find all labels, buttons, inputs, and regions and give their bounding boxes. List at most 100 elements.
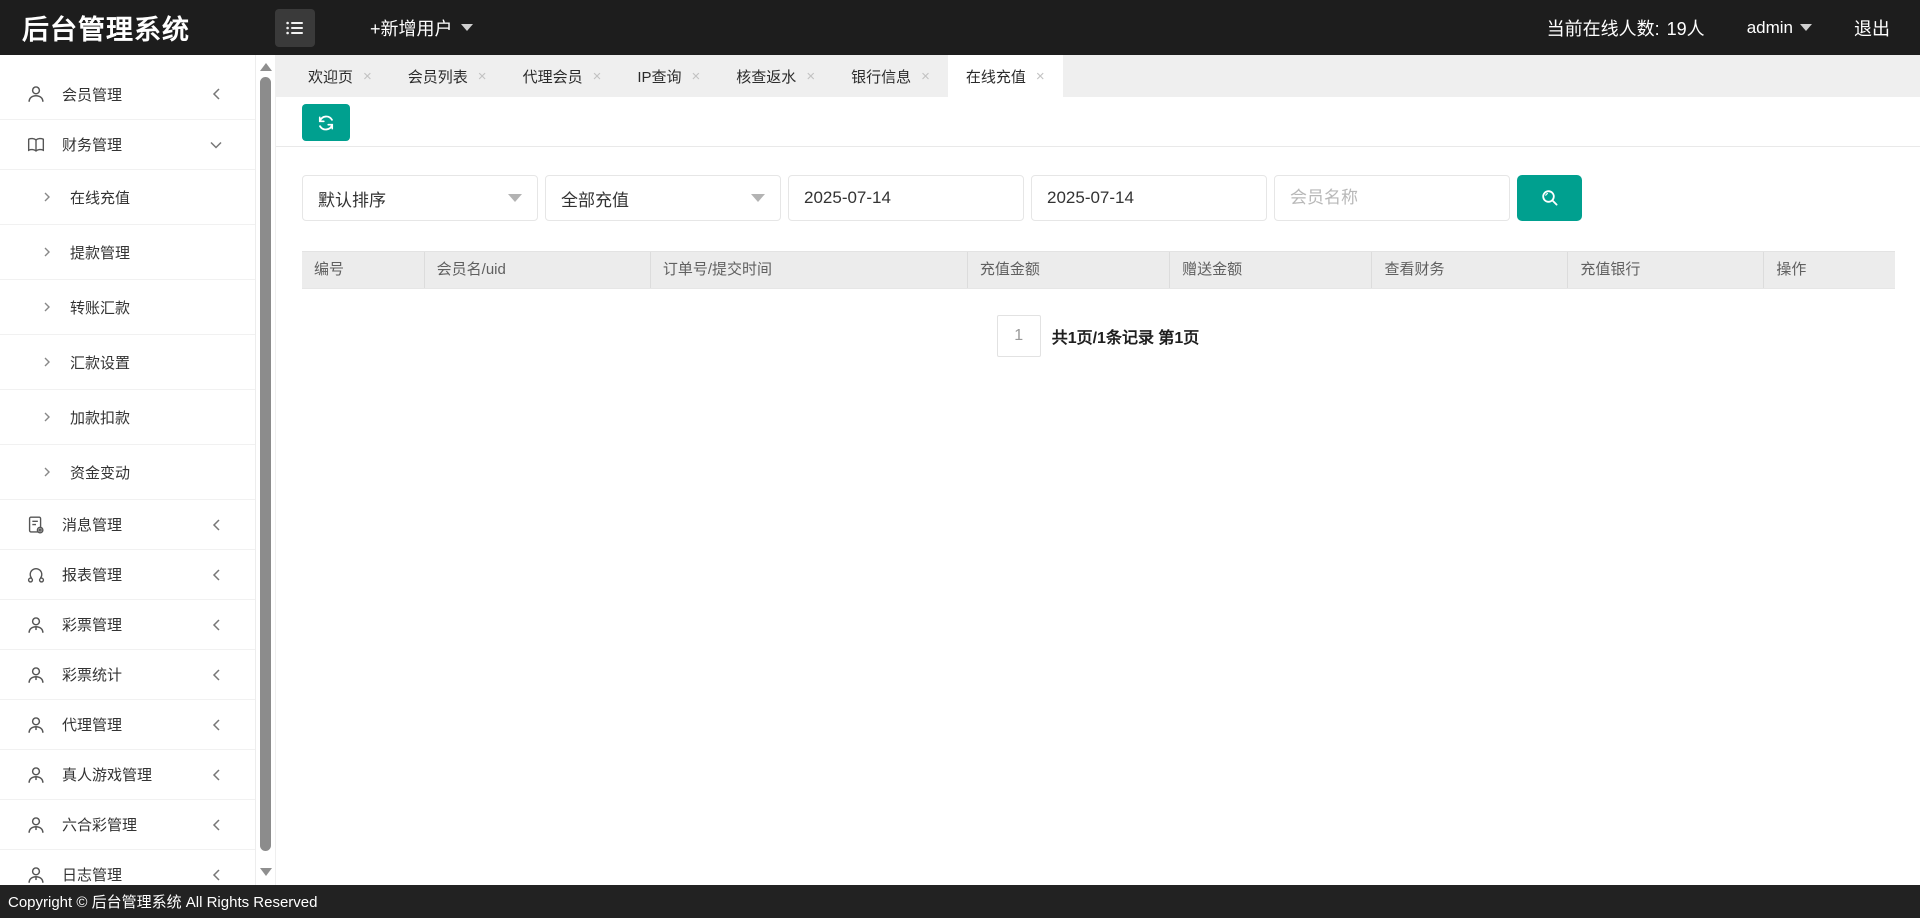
sidebar-item-report-mgmt[interactable]: 报表管理	[0, 549, 255, 599]
sidebar-subitem-withdraw-mgmt[interactable]: 提款管理	[0, 224, 255, 279]
sidebar-subitem-transfer-remit[interactable]: 转账汇款	[0, 279, 255, 334]
tab-label: 核查返水	[736, 68, 797, 86]
member-name-input[interactable]	[1274, 175, 1510, 221]
sidebar-item-agent-mgmt[interactable]: 代理管理	[0, 699, 255, 749]
column-header-bonus-amount: 赠送金额	[1170, 252, 1373, 288]
user-menu-dropdown[interactable]: admin	[1747, 18, 1812, 38]
sidebar-item-label: 彩票管理	[62, 617, 123, 634]
close-icon[interactable]: ×	[1036, 69, 1045, 84]
scroll-up-arrow-icon[interactable]	[260, 63, 272, 71]
user-icon	[25, 814, 47, 836]
filter-bar: 默认排序 全部充值	[302, 175, 1895, 221]
book-icon	[25, 134, 47, 156]
sidebar-item-label: 消息管理	[62, 517, 123, 534]
sidebar-item-message-mgmt[interactable]: 消息管理	[0, 499, 255, 549]
logout-button[interactable]: 退出	[1854, 15, 1890, 41]
sidebar-item-live-game-mgmt[interactable]: 真人游戏管理	[0, 749, 255, 799]
recharge-type-value: 全部充值	[561, 190, 629, 210]
admin-app: 后台管理系统 +新增用户 当前在线人数: 19人 admin 退出 会员管理 财…	[0, 0, 1920, 918]
column-header-actions: 操作	[1776, 261, 1807, 278]
pagination-summary: 共1页/1条记录 第1页	[1051, 330, 1200, 347]
close-icon[interactable]: ×	[692, 69, 701, 84]
tab-label: 银行信息	[851, 68, 912, 86]
close-icon[interactable]: ×	[478, 69, 487, 84]
sidebar-item-finance-mgmt[interactable]: 财务管理	[0, 119, 255, 169]
sidebar-subitem-remit-settings[interactable]: 汇款设置	[0, 334, 255, 389]
chevron-left-icon	[210, 568, 223, 582]
online-count-value: 19人	[1666, 18, 1705, 39]
sidebar-scrollbar[interactable]	[256, 55, 276, 885]
close-icon[interactable]: ×	[806, 69, 815, 84]
sidebar-subitem-label: 资金变动	[70, 464, 131, 482]
page-number-button[interactable]: 1	[996, 315, 1041, 357]
chevron-down-icon	[751, 194, 765, 202]
search-button[interactable]	[1517, 175, 1582, 221]
tab-label: 欢迎页	[308, 68, 354, 86]
tab-ip-query[interactable]: IP查询 ×	[619, 55, 718, 97]
close-icon[interactable]: ×	[921, 69, 930, 84]
page-body: 会员管理 财务管理 在线充值 提款管理 转账汇款 汇款设置 加款扣款 资金变动 …	[0, 55, 1920, 885]
scrollbar-thumb[interactable]	[260, 77, 271, 851]
sidebar-item-label: 财务管理	[62, 137, 123, 154]
online-count-label: 当前在线人数:	[1546, 18, 1660, 39]
recharge-type-select[interactable]: 全部充值	[545, 175, 781, 221]
sidebar-item-lottery-mgmt[interactable]: 彩票管理	[0, 599, 255, 649]
sidebar-subitem-fund-changes[interactable]: 资金变动	[0, 444, 255, 499]
online-count: 当前在线人数: 19人	[1547, 15, 1705, 41]
date-to-input[interactable]	[1031, 175, 1267, 221]
close-icon[interactable]: ×	[593, 69, 602, 84]
sidebar-item-label: 六合彩管理	[62, 817, 138, 834]
tab-bank-info[interactable]: 银行信息 ×	[833, 55, 948, 97]
sort-select[interactable]: 默认排序	[302, 175, 538, 221]
chevron-left-icon	[210, 768, 223, 782]
date-from-input[interactable]	[788, 175, 1024, 221]
close-icon[interactable]: ×	[363, 69, 372, 84]
chevron-down-icon	[460, 24, 473, 31]
sidebar-item-member-mgmt[interactable]: 会员管理	[0, 69, 255, 119]
tab-label: IP查询	[637, 68, 682, 86]
sidebar-subitem-online-recharge[interactable]: 在线充值	[0, 169, 255, 224]
top-header: 后台管理系统 +新增用户 当前在线人数: 19人 admin 退出	[0, 0, 1920, 55]
sidebar-toggle-button[interactable]	[275, 8, 315, 47]
sidebar-subitem-label: 在线充值	[70, 189, 131, 207]
add-user-dropdown[interactable]: +新增用户	[370, 15, 473, 41]
chevron-left-icon	[210, 87, 223, 101]
column-header-view-finance: 查看财务	[1372, 252, 1569, 288]
tab-bar: 欢迎页 × 会员列表 × 代理会员 × IP查询 × 核查返水 × 银行信息 ×…	[276, 55, 1920, 97]
sidebar-subitem-label: 转账汇款	[70, 299, 131, 317]
chevron-left-icon	[210, 668, 223, 682]
refresh-icon	[315, 112, 337, 134]
add-user-label: +新增用户	[370, 18, 453, 39]
scroll-down-arrow-icon[interactable]	[260, 868, 272, 876]
sidebar-item-label: 真人游戏管理	[62, 767, 153, 784]
sidebar-item-lottery-stats[interactable]: 彩票统计	[0, 649, 255, 699]
column-header-id: 编号	[302, 252, 425, 288]
tab-rebate-check[interactable]: 核查返水 ×	[718, 55, 833, 97]
tab-online-recharge[interactable]: 在线充值 ×	[947, 55, 1063, 97]
chevron-right-icon	[42, 301, 52, 313]
sidebar-subitem-label: 提款管理	[70, 244, 131, 262]
chevron-right-icon	[42, 466, 52, 478]
chevron-down-icon	[508, 194, 522, 202]
footer: Copyright © 后台管理系统 All Rights Reserved	[0, 885, 1920, 918]
sidebar-subitem-add-deduct[interactable]: 加款扣款	[0, 389, 255, 444]
column-header-recharge-bank: 充值银行	[1568, 252, 1765, 288]
chevron-left-icon	[210, 618, 223, 632]
sidebar-item-label: 会员管理	[62, 86, 123, 104]
tab-agent-members[interactable]: 代理会员 ×	[505, 55, 620, 97]
table-header-row: 编号 会员名/uid 订单号/提交时间 充值金额 赠送金额 查看财务 充值银行 …	[302, 251, 1895, 289]
tab-welcome[interactable]: 欢迎页 ×	[290, 55, 390, 97]
refresh-button[interactable]	[302, 104, 350, 141]
sidebar-item-mark-six-mgmt[interactable]: 六合彩管理	[0, 799, 255, 849]
tab-member-list[interactable]: 会员列表 ×	[390, 55, 505, 97]
sidebar-item-log-mgmt[interactable]: 日志管理	[0, 849, 255, 885]
search-icon	[1538, 186, 1562, 210]
user-icon	[25, 764, 47, 786]
user-icon	[25, 83, 47, 105]
chevron-left-icon	[210, 718, 223, 732]
chevron-left-icon	[210, 868, 223, 882]
hamburger-icon	[283, 16, 307, 40]
chevron-down-icon	[1800, 24, 1812, 31]
sidebar-nav: 会员管理 财务管理 在线充值 提款管理 转账汇款 汇款设置 加款扣款 资金变动 …	[0, 55, 256, 885]
username: admin	[1746, 17, 1793, 37]
